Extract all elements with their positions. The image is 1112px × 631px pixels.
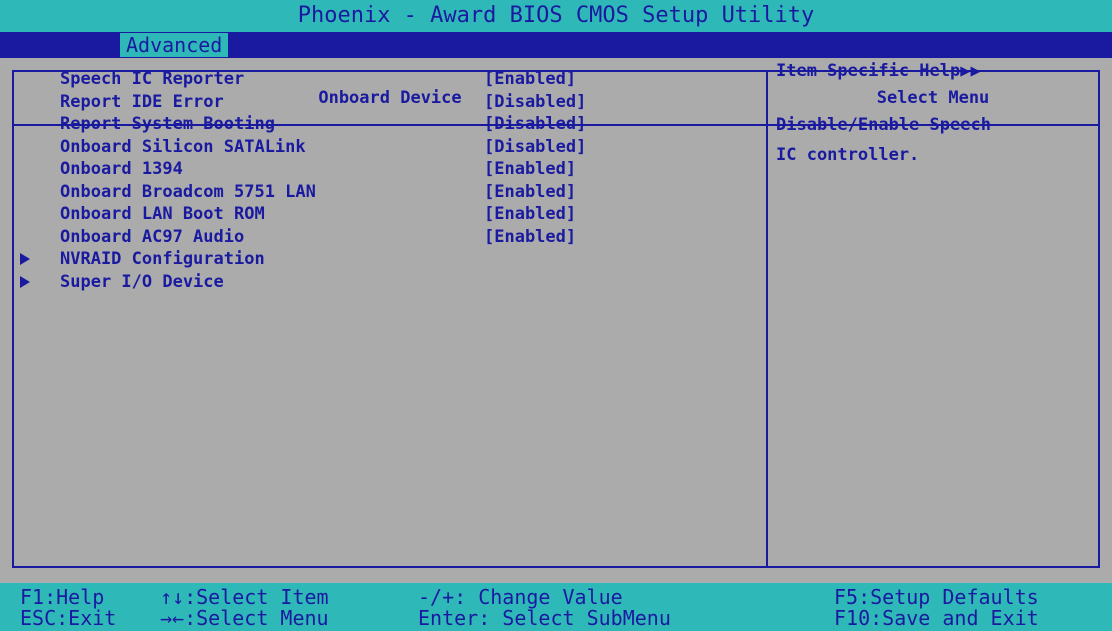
- setting-value[interactable]: [Enabled]: [484, 68, 576, 90]
- setting-value[interactable]: [Enabled]: [484, 181, 576, 203]
- setting-report-ide-error[interactable]: Report IDE Error [Disabled]: [60, 91, 620, 114]
- key-select-menu: →←:Select Menu: [160, 606, 329, 630]
- submenu-super-io-device[interactable]: Super I/O Device: [20, 271, 620, 294]
- setting-speech-ic-reporter[interactable]: Speech IC Reporter [Enabled]: [60, 68, 620, 91]
- setting-onboard-lan-boot-rom[interactable]: Onboard LAN Boot ROM [Enabled]: [60, 203, 620, 226]
- submenu-nvraid-configuration[interactable]: NVRAID Configuration: [20, 248, 620, 271]
- key-select-item: ↑↓:Select Item: [160, 585, 329, 609]
- setting-value[interactable]: [Disabled]: [484, 91, 586, 113]
- key-help: F1:Help: [20, 585, 105, 609]
- key-exit: ESC:Exit: [20, 606, 117, 630]
- settings-list: Speech IC Reporter [Enabled] Report IDE …: [20, 68, 620, 294]
- key-change-value: -/+: Change Value: [418, 585, 623, 609]
- setting-onboard-broadcom-lan[interactable]: Onboard Broadcom 5751 LAN [Enabled]: [60, 181, 620, 204]
- submenu-label: NVRAID Configuration: [60, 249, 265, 269]
- setting-label: Onboard AC97 Audio: [60, 226, 245, 247]
- setting-label: Onboard Broadcom 5751 LAN: [60, 181, 316, 202]
- submenu-arrow-icon: [20, 253, 30, 265]
- help-line: Disable/Enable Speech: [776, 115, 991, 135]
- menu-bar: Advanced: [0, 32, 1112, 58]
- setting-onboard-ac97-audio[interactable]: Onboard AC97 Audio [Enabled]: [60, 226, 620, 249]
- help-text: Disable/Enable Speech IC controller.: [776, 110, 1076, 170]
- submenu-label: Super I/O Device: [60, 272, 224, 292]
- setting-onboard-1394[interactable]: Onboard 1394 [Enabled]: [60, 158, 620, 181]
- column-divider: [766, 72, 768, 566]
- setting-label: Onboard 1394: [60, 159, 183, 179]
- key-save-exit: F10:Save and Exit: [834, 606, 1039, 630]
- footer-legend: F1:Help ESC:Exit ↑↓:Select Item →←:Selec…: [0, 583, 1112, 631]
- setting-label: Report System Booting: [60, 114, 275, 134]
- setting-report-system-booting[interactable]: Report System Booting [Disabled]: [60, 113, 620, 136]
- setting-label: Onboard Silicon SATALink: [60, 136, 306, 157]
- key-select-submenu: Enter: Select SubMenu: [418, 606, 671, 630]
- setting-label: Report IDE Error: [60, 91, 224, 112]
- bios-title: Phoenix - Award BIOS CMOS Setup Utility: [0, 0, 1112, 32]
- setting-value[interactable]: [Disabled]: [484, 136, 586, 158]
- help-title: Item Specific Help▶▶: [776, 61, 981, 81]
- setting-value[interactable]: [Disabled]: [484, 113, 586, 135]
- setting-label: Speech IC Reporter: [60, 69, 245, 89]
- setting-onboard-silicon-satalink[interactable]: Onboard Silicon SATALink [Disabled]: [60, 136, 620, 159]
- setting-value[interactable]: [Enabled]: [484, 158, 576, 180]
- help-panel: Item Specific Help▶▶ Disable/Enable Spee…: [776, 60, 1076, 170]
- submenu-arrow-icon: [20, 276, 30, 288]
- help-line: IC controller.: [776, 145, 920, 165]
- setting-label: Onboard LAN Boot ROM: [60, 204, 265, 224]
- tab-advanced[interactable]: Advanced: [120, 33, 229, 57]
- setting-value[interactable]: [Enabled]: [484, 203, 576, 225]
- setting-value[interactable]: [Enabled]: [484, 226, 576, 248]
- key-setup-defaults: F5:Setup Defaults: [834, 585, 1039, 609]
